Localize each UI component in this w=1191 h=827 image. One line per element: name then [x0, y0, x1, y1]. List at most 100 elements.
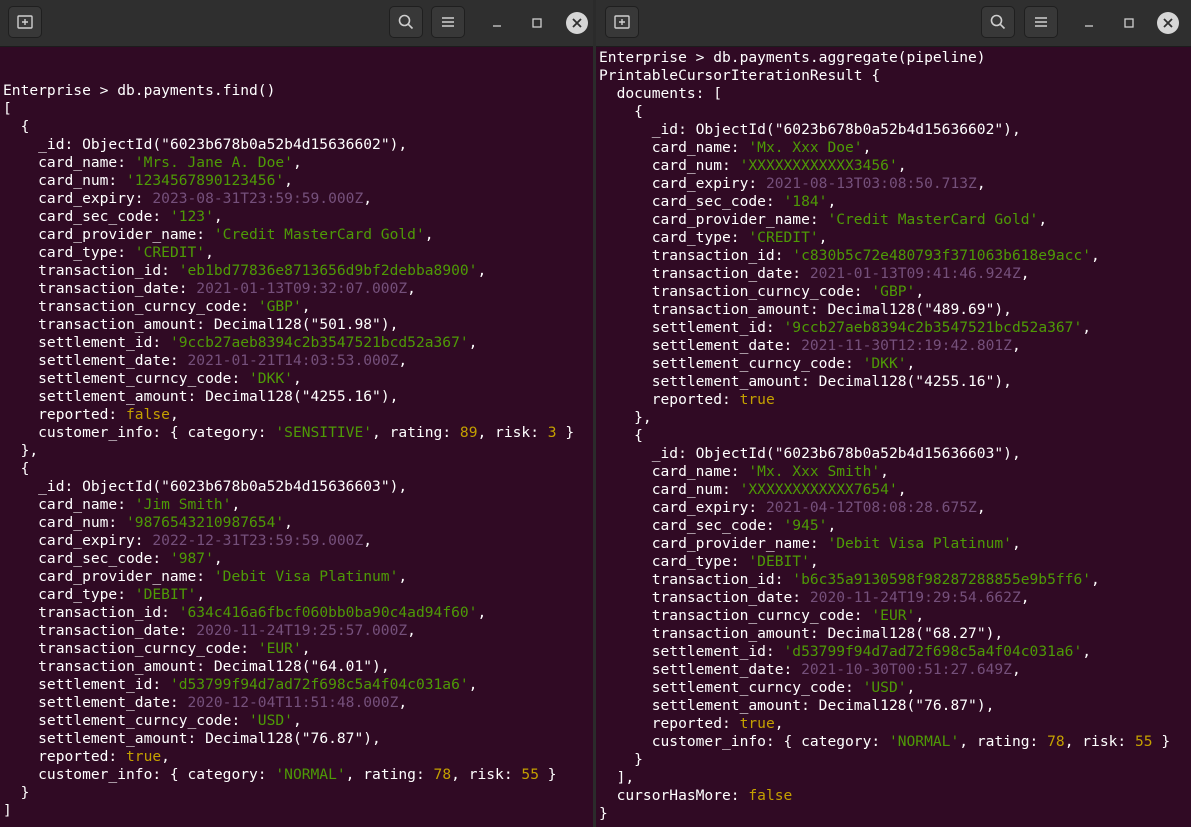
category-value: 'NORMAL' [275, 766, 346, 783]
maximize-button[interactable] [1118, 12, 1140, 34]
settlement-amount-value: 4255.16 [924, 373, 986, 390]
card-sec-code-value: '123' [169, 208, 214, 225]
card-name-value: 'Mx. Xxx Doe' [748, 139, 863, 156]
close-button[interactable] [566, 12, 588, 34]
new-tab-icon [614, 15, 630, 29]
transaction-currency-value: 'GBP' [257, 298, 302, 315]
settlement-id-value: 'd53799f94d7ad72f698c5a4f04c031a6' [169, 676, 469, 693]
transaction-id-value: 'eb1bd77836e8713656d9bf2debba8900' [178, 262, 478, 279]
card-num-value: '9876543210987654' [126, 514, 285, 531]
minimize-button[interactable] [1078, 12, 1100, 34]
menu-button[interactable] [1024, 6, 1058, 38]
rating-value: 89 [459, 424, 478, 441]
documents-label: documents: [ [599, 85, 723, 102]
rating-value: 78 [1047, 733, 1065, 750]
array-close: ] [3, 802, 12, 819]
card-expiry-value: 2021-04-12T08:08:28.675Z [765, 499, 977, 516]
transaction-currency-value: 'GBP' [871, 283, 916, 300]
transaction-amount-value: 64.01 [319, 658, 364, 675]
terminal-output: Enterprise > db.payments.find() [ { _id:… [3, 82, 575, 819]
card-expiry-value: 2021-08-13T03:08:50.713Z [765, 175, 977, 192]
card-type-value: 'DEBIT' [134, 586, 197, 603]
card-sec-code-value: '945' [783, 517, 828, 534]
search-button[interactable] [981, 6, 1015, 38]
transaction-amount-value: 501.98 [319, 316, 373, 333]
search-icon [398, 14, 414, 30]
terminal-window-left: Enterprise > db.payments.find() [ { _id:… [0, 0, 593, 827]
new-tab-icon [17, 15, 33, 29]
card-expiry-value: 2023-08-31T23:59:59.000Z [152, 190, 364, 207]
maximize-icon [1124, 18, 1134, 28]
settlement-date-value: 2021-11-30T12:19:42.801Z [801, 337, 1012, 354]
settlement-amount-value: 76.87 [310, 730, 355, 747]
minimize-icon [1085, 25, 1093, 27]
search-button[interactable] [389, 6, 423, 38]
settlement-date-value: 2021-10-30T00:51:27.649Z [801, 661, 1012, 678]
maximize-icon [532, 18, 542, 28]
search-icon [990, 14, 1006, 30]
settlement-date-value: 2020-12-04T11:51:48.000Z [187, 694, 399, 711]
card-expiry-value: 2022-12-31T23:59:59.000Z [152, 532, 364, 549]
settlement-id-value: '9ccb27aeb8394c2b3547521bcd52a367' [783, 319, 1083, 336]
risk-value: 3 [547, 424, 557, 441]
risk-value: 55 [1135, 733, 1153, 750]
reported-value: true [739, 715, 775, 732]
card-name-value: 'Mx. Xxx Smith' [748, 463, 881, 480]
settlement-currency-value: 'USD' [249, 712, 293, 729]
card-name-value: 'Mrs. Jane A. Doe' [134, 154, 293, 171]
settlement-currency-value: 'DKK' [249, 370, 293, 387]
hamburger-menu-icon [1035, 17, 1047, 27]
transaction-date-value: 2020-11-24T19:29:54.662Z [809, 589, 1021, 606]
settlement-amount-value: 76.87 [924, 697, 969, 714]
settlement-date-value: 2021-01-21T14:03:53.000Z [187, 352, 399, 369]
doc-id: 6023b678b0a52b4d15636602 [783, 121, 995, 138]
menu-button[interactable] [431, 6, 465, 38]
card-num-value: '1234567890123456' [126, 172, 285, 189]
titlebar [596, 0, 1191, 47]
reported-value: true [126, 748, 162, 765]
transaction-id-value: 'b6c35a9130598f98287288855e9b5ff6' [792, 571, 1092, 588]
result-header: PrintableCursorIterationResult { [599, 67, 881, 84]
maximize-button[interactable] [526, 12, 548, 34]
settlement-id-value: 'd53799f94d7ad72f698c5a4f04c031a6' [783, 643, 1083, 660]
card-provider-value: 'Debit Visa Platinum' [213, 568, 399, 585]
result-close: } [599, 805, 608, 822]
terminal-window-right: Enterprise > db.payments.aggregate(pipel… [596, 0, 1191, 827]
rating-value: 78 [433, 766, 452, 783]
transaction-amount-value: 489.69 [932, 301, 986, 318]
cursor-has-more-label: cursorHasMore: [599, 787, 749, 804]
close-button[interactable] [1157, 12, 1179, 34]
card-sec-code-value: '987' [169, 550, 214, 567]
card-num-value: 'XXXXXXXXXXXX3456' [739, 157, 898, 174]
minimize-button[interactable] [486, 12, 508, 34]
array-open: [ [3, 100, 12, 117]
settlement-currency-value: 'USD' [862, 679, 907, 696]
card-type-value: 'DEBIT' [748, 553, 810, 570]
card-provider-value: 'Credit MasterCard Gold' [827, 211, 1039, 228]
prompt-line: Enterprise > db.payments.find() [3, 82, 276, 99]
transaction-currency-value: 'EUR' [871, 607, 916, 624]
card-name-value: 'Jim Smith' [134, 496, 232, 513]
card-sec-code-value: '184' [783, 193, 828, 210]
close-icon [572, 18, 582, 28]
settlement-amount-value: 4255.16 [310, 388, 373, 405]
doc-id: 6023b678b0a52b4d15636603 [169, 478, 381, 495]
new-tab-button[interactable] [8, 6, 42, 38]
card-type-value: 'CREDIT' [134, 244, 206, 261]
settlement-currency-value: 'DKK' [862, 355, 907, 372]
prompt-line: Enterprise > db.payments.aggregate(pipel… [599, 49, 986, 66]
transaction-date-value: 2021-01-13T09:41:46.924Z [809, 265, 1021, 282]
doc-id: 6023b678b0a52b4d15636602 [169, 136, 381, 153]
category-value: 'NORMAL' [888, 733, 960, 750]
reported-value: false [126, 406, 170, 423]
transaction-date-value: 2020-11-24T19:25:57.000Z [196, 622, 408, 639]
category-value: 'SENSITIVE' [275, 424, 373, 441]
titlebar [0, 0, 593, 47]
new-tab-button[interactable] [605, 6, 639, 38]
documents-close: ], [599, 769, 635, 786]
transaction-amount-value: 68.27 [932, 625, 977, 642]
minimize-icon [493, 25, 501, 27]
transaction-id-value: '634c416a6fbcf060bb0ba90c4ad94f60' [178, 604, 478, 621]
card-type-value: 'CREDIT' [748, 229, 819, 246]
card-provider-value: 'Debit Visa Platinum' [827, 535, 1012, 552]
